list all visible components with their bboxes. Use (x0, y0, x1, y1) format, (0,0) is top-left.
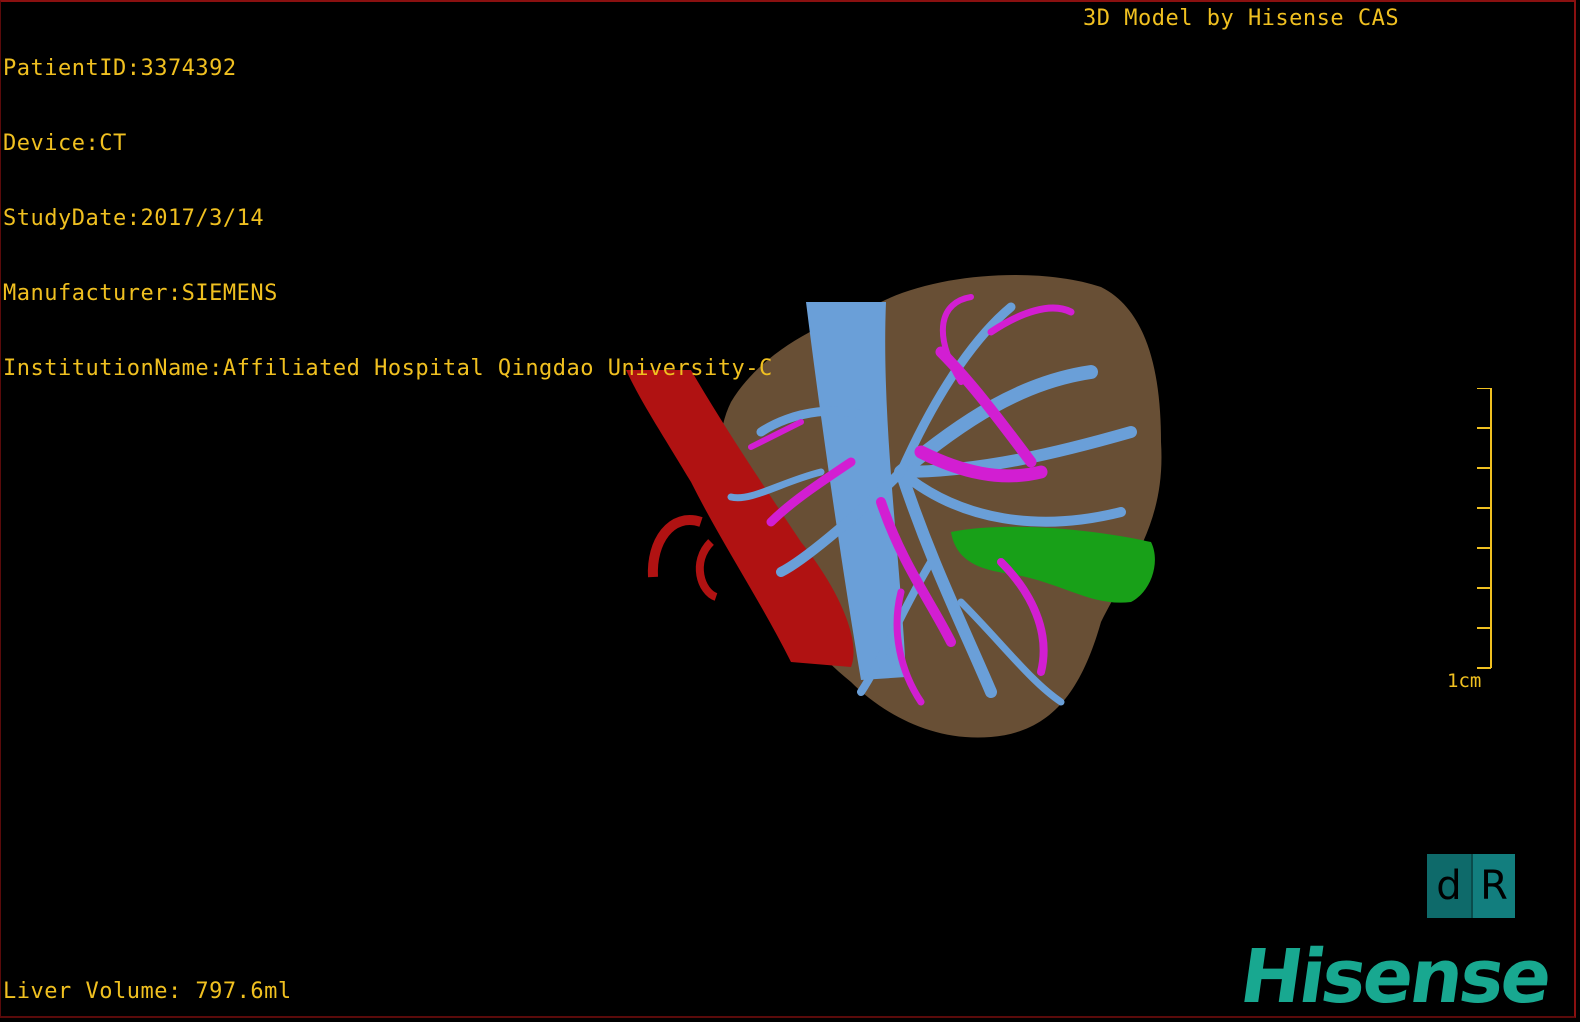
scale-bar (1477, 388, 1492, 669)
device-text: Device:CT (3, 131, 127, 156)
orientation-face-right[interactable]: R (1471, 854, 1515, 918)
artery-branch (647, 515, 703, 578)
artery-branch (695, 539, 718, 601)
study-date-text: StudyDate:2017/3/14 (3, 206, 265, 231)
hisense-logo: Hisense (1234, 934, 1555, 1020)
model-credit-text: 3D Model by Hisense CAS (1083, 6, 1400, 31)
orientation-cube[interactable]: d R (1427, 854, 1515, 918)
institution-text: InstitutionName:Affiliated Hospital Qing… (3, 356, 773, 381)
patient-info-overlay: PatientID:3374392 Device:CT StudyDate:20… (3, 6, 773, 431)
patient-id-text: PatientID:3374392 (3, 56, 237, 81)
liver-volume-text: Liver Volume: 797.6ml (3, 979, 292, 1004)
orientation-face-left[interactable]: d (1427, 854, 1471, 918)
scale-label: 1cm (1447, 670, 1482, 692)
manufacturer-text: Manufacturer:SIEMENS (3, 281, 278, 306)
render-viewport[interactable]: PatientID:3374392 Device:CT StudyDate:20… (0, 0, 1576, 1020)
